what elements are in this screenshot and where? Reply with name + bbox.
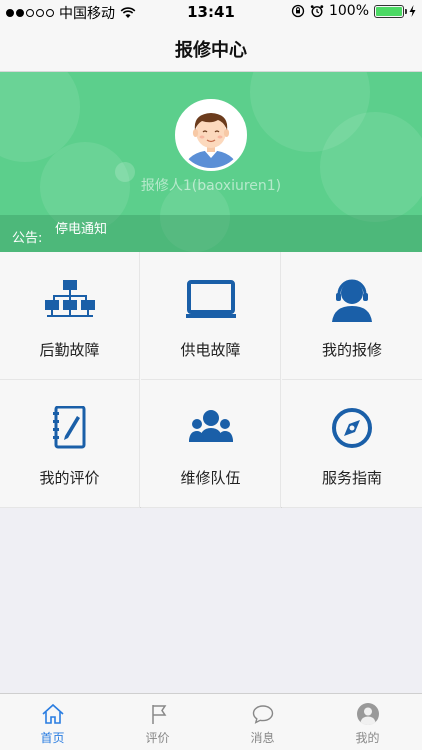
status-bar: 中国移动 13:41 100% [0,0,422,24]
tab-label: 我的 [355,731,380,745]
team-icon [189,410,233,442]
notice-bar[interactable]: 公告: 停电通知 [0,215,422,252]
menu-item-label: 我的报修 [321,341,382,359]
profile-header: 报修人1(baoxiuren1) 公告: 停电通知 [0,72,422,252]
battery-icon [374,4,407,18]
notebook-icon [53,406,86,449]
menu-item-label: 维修队伍 [180,469,241,487]
menu-item-power-fault[interactable]: 供电故障 [141,252,281,380]
menu-item-my-reviews[interactable]: 我的评价 [0,380,140,508]
compass-icon [332,408,372,448]
menu-item-repair-team[interactable]: 维修队伍 [141,380,281,508]
notice-text[interactable]: 停电通知 [55,218,107,237]
menu-item-my-repairs[interactable]: 我的报修 [282,252,422,380]
network-icon [45,280,95,317]
support-agent-icon [332,279,372,322]
tab-mine[interactable]: 我的 [315,694,420,750]
flag-icon [152,705,167,724]
tab-label: 评价 [145,731,170,745]
tab-bar: 首页 评价 消息 我的 [0,693,422,750]
tab-reviews[interactable]: 评价 [105,694,210,750]
menu-grid: 后勤故障 供电故障 我的报修 我的评价 维修队伍 服务指南 [0,252,422,508]
menu-item-label: 后勤故障 [39,341,100,359]
status-right: 100% [291,3,416,19]
notice-label: 公告: [12,231,43,246]
orientation-lock-icon [291,4,305,18]
decor-bubble [320,112,422,222]
user-icon [357,703,379,725]
battery-percent: 100% [328,3,369,19]
menu-item-logistics-fault[interactable]: 后勤故障 [0,252,140,380]
charging-icon [409,5,416,17]
page-title: 报修中心 [175,40,247,61]
monitor-icon [186,280,236,318]
username-label: 报修人1(baoxiuren1) [140,178,282,194]
navigation-bar: 报修中心 [0,24,422,72]
menu-item-label: 供电故障 [180,341,241,359]
avatar[interactable] [175,99,247,171]
menu-item-service-guide[interactable]: 服务指南 [282,380,422,508]
alarm-icon [310,5,324,18]
tab-label: 首页 [40,731,65,745]
home-icon [42,703,64,724]
chat-bubble-icon [252,705,274,724]
tab-messages[interactable]: 消息 [210,694,315,750]
tab-label: 消息 [250,731,275,745]
menu-item-label: 服务指南 [321,469,382,487]
menu-item-label: 我的评价 [39,469,100,487]
tab-home[interactable]: 首页 [0,694,105,750]
